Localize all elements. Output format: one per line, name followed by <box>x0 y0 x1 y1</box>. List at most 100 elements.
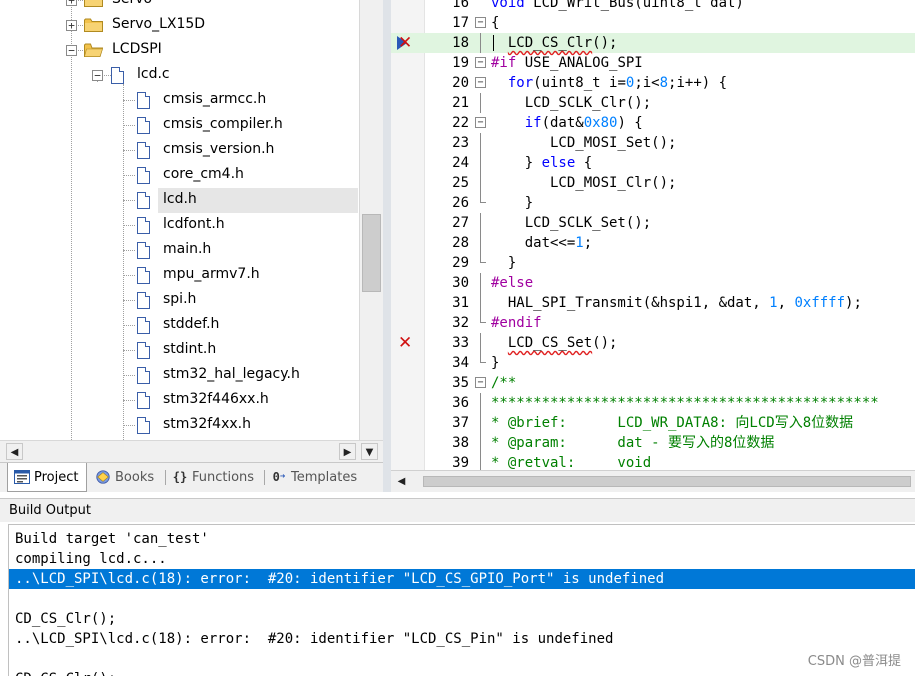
tree-scrollbar-thumb[interactable] <box>362 214 381 292</box>
build-output-line[interactable]: CD_CS_Clr(); <box>9 669 915 676</box>
code-line[interactable]: 27 LCD_SCLK_Set(); <box>391 213 915 233</box>
tree-item-servo-lx15d[interactable]: + Servo_LX15D <box>0 13 359 38</box>
collapse-icon[interactable]: − <box>66 45 77 56</box>
tree-item-servo[interactable]: + Servo <box>0 0 359 13</box>
fold-collapse-icon[interactable]: − <box>475 17 486 28</box>
scroll-left-button[interactable]: ◀ <box>6 443 23 460</box>
tree-item-main-h[interactable]: main.h <box>0 238 359 263</box>
panel-splitter[interactable] <box>383 0 391 492</box>
code-line[interactable]: 17−{ <box>391 13 915 33</box>
code-text: #else <box>491 275 534 291</box>
tree-horizontal-scrollbar[interactable]: ◀ ▶ ▼ <box>0 440 383 462</box>
tree-item-stdint-h[interactable]: stdint.h <box>0 338 359 363</box>
line-number: 33 <box>452 335 469 351</box>
code-text: LCD_SCLK_Clr(); <box>491 95 652 111</box>
triangle-left-icon[interactable]: ◀ <box>393 473 410 490</box>
tree-item-spi-h[interactable]: spi.h <box>0 288 359 313</box>
tree-item-cmsis-version-h[interactable]: cmsis_version.h <box>0 138 359 163</box>
code-line[interactable]: 24 } else { <box>391 153 915 173</box>
scroll-down-button[interactable]: ▼ <box>361 443 378 460</box>
tree-item-label: stm32f446xx.h <box>163 391 269 407</box>
code-line[interactable]: 29 } <box>391 253 915 273</box>
file-icon <box>137 342 150 359</box>
fold-guide <box>480 333 481 353</box>
code-text: dat<<=1; <box>491 235 593 251</box>
editor-scrollbar-thumb[interactable] <box>423 476 911 487</box>
code-text: LCD_CS_Clr(); <box>507 35 618 51</box>
line-number: 39 <box>452 455 469 470</box>
tree-item-core-cm4-h[interactable]: core_cm4.h <box>0 163 359 188</box>
tree-item-cmsis-compiler-h[interactable]: cmsis_compiler.h <box>0 113 359 138</box>
tab-project[interactable]: Project <box>7 463 87 492</box>
code-line[interactable]: 22− if(dat&0x80) { <box>391 113 915 133</box>
scroll-right-button[interactable]: ▶ <box>339 443 356 460</box>
collapse-icon[interactable]: − <box>92 70 103 81</box>
code-line[interactable]: 35−/** <box>391 373 915 393</box>
tree-item-mpu-armv7-h[interactable]: mpu_armv7.h <box>0 263 359 288</box>
tree-item-lcdspi[interactable]: − LCDSPI <box>0 38 359 63</box>
build-output-line[interactable]: compiling lcd.c... <box>9 549 915 569</box>
tab-books[interactable]: Books <box>89 463 163 491</box>
tree-guide <box>123 275 135 276</box>
build-output-line[interactable]: ..\LCD_SPI\lcd.c(18): error: #20: identi… <box>9 569 915 589</box>
code-line[interactable]: 21 LCD_SCLK_Clr(); <box>391 93 915 113</box>
project-icon <box>14 469 30 485</box>
code-line[interactable]: 18 ✕ LCD_CS_Clr(); <box>391 33 915 53</box>
build-output-line[interactable]: CD_CS_Clr(); <box>9 609 915 629</box>
code-text: } <box>491 355 500 371</box>
project-tree[interactable]: + Servo + Servo_LX15D − LCDSPI − lcd.c cmsis_arm… <box>0 0 359 440</box>
line-number: 30 <box>452 275 469 291</box>
fold-collapse-icon[interactable]: − <box>475 377 486 388</box>
error-cross-icon[interactable]: ✕ <box>398 334 412 352</box>
build-output-window[interactable]: Build target 'can_test' compiling lcd.c..… <box>8 524 915 676</box>
tree-item-label: spi.h <box>163 291 197 307</box>
tree-item-stm32-hal-legacy-h[interactable]: stm32_hal_legacy.h <box>0 363 359 388</box>
code-line[interactable]: 20− for(uint8_t i=0;i<8;i++) { <box>391 73 915 93</box>
fold-collapse-icon[interactable]: − <box>475 57 486 68</box>
editor-horizontal-scrollbar[interactable]: ◀ <box>391 470 915 492</box>
code-line[interactable]: 31 HAL_SPI_Transmit(&hspi1, &dat, 1, 0xf… <box>391 293 915 313</box>
tab-functions[interactable]: {} Functions <box>166 463 262 491</box>
build-output-line[interactable]: ..\LCD_SPI\lcd.c(18): error: #20: identi… <box>9 629 915 649</box>
tree-item-cmsis-armcc-h[interactable]: cmsis_armcc.h <box>0 88 359 113</box>
code-line[interactable]: 26 } <box>391 193 915 213</box>
code-editor[interactable]: 16 void LCD_Writ_Bus(uint8_t dat) 17−{18 ✕ … <box>391 0 915 470</box>
tree-vertical-scrollbar[interactable] <box>359 0 383 440</box>
fold-guide <box>480 233 481 253</box>
code-line[interactable]: 23 LCD_MOSI_Set(); <box>391 133 915 153</box>
fold-collapse-icon[interactable]: − <box>475 117 486 128</box>
code-line[interactable]: 16 void LCD_Writ_Bus(uint8_t dat) <box>391 0 915 13</box>
expand-icon[interactable]: + <box>66 20 77 31</box>
tree-guide <box>123 100 135 101</box>
build-output-line[interactable]: Build target 'can_test' <box>9 529 915 549</box>
tab-label: Functions <box>192 469 255 485</box>
line-number: 29 <box>452 255 469 271</box>
tree-item-label: LCDSPI <box>112 41 162 57</box>
code-line[interactable]: 39 * @retval: void <box>391 453 915 470</box>
code-line[interactable]: 33 ✕ LCD_CS_Set(); <box>391 333 915 353</box>
tree-item-stm32f446xx-h[interactable]: stm32f446xx.h <box>0 388 359 413</box>
code-line[interactable]: 25 LCD_MOSI_Clr(); <box>391 173 915 193</box>
line-number: 28 <box>452 235 469 251</box>
fold-collapse-icon[interactable]: − <box>475 77 486 88</box>
code-line[interactable]: 38 * @param: dat - 要写入的8位数据 <box>391 433 915 453</box>
templates-glyph: 0 <box>272 470 280 484</box>
expand-icon[interactable]: + <box>66 0 77 6</box>
tree-item-stddef-h[interactable]: stddef.h <box>0 313 359 338</box>
code-line[interactable]: 30 #else <box>391 273 915 293</box>
tree-item-lcd-h[interactable]: lcd.h <box>123 188 358 213</box>
fold-guide <box>480 133 481 153</box>
tree-item-lcdfont-h[interactable]: lcdfont.h <box>0 213 359 238</box>
code-line[interactable]: 28 dat<<=1; <box>391 233 915 253</box>
code-line[interactable]: 19− #if USE_ANALOG_SPI <box>391 53 915 73</box>
tree-item-stm32f4xx-h[interactable]: stm32f4xx.h <box>0 413 359 438</box>
tab-templates[interactable]: 0 ➜ Templates <box>265 463 365 491</box>
build-output-line[interactable] <box>9 589 915 609</box>
build-output-line[interactable] <box>9 649 915 669</box>
tree-item-lcd-c[interactable]: − lcd.c <box>0 63 359 88</box>
code-line[interactable]: 34} <box>391 353 915 373</box>
code-line[interactable]: 36 **************************************… <box>391 393 915 413</box>
error-cross-icon[interactable]: ✕ <box>398 34 412 52</box>
code-line[interactable]: 32 #endif <box>391 313 915 333</box>
code-line[interactable]: 37 * @brief: LCD_WR_DATA8: 向LCD写入8位数据 <box>391 413 915 433</box>
